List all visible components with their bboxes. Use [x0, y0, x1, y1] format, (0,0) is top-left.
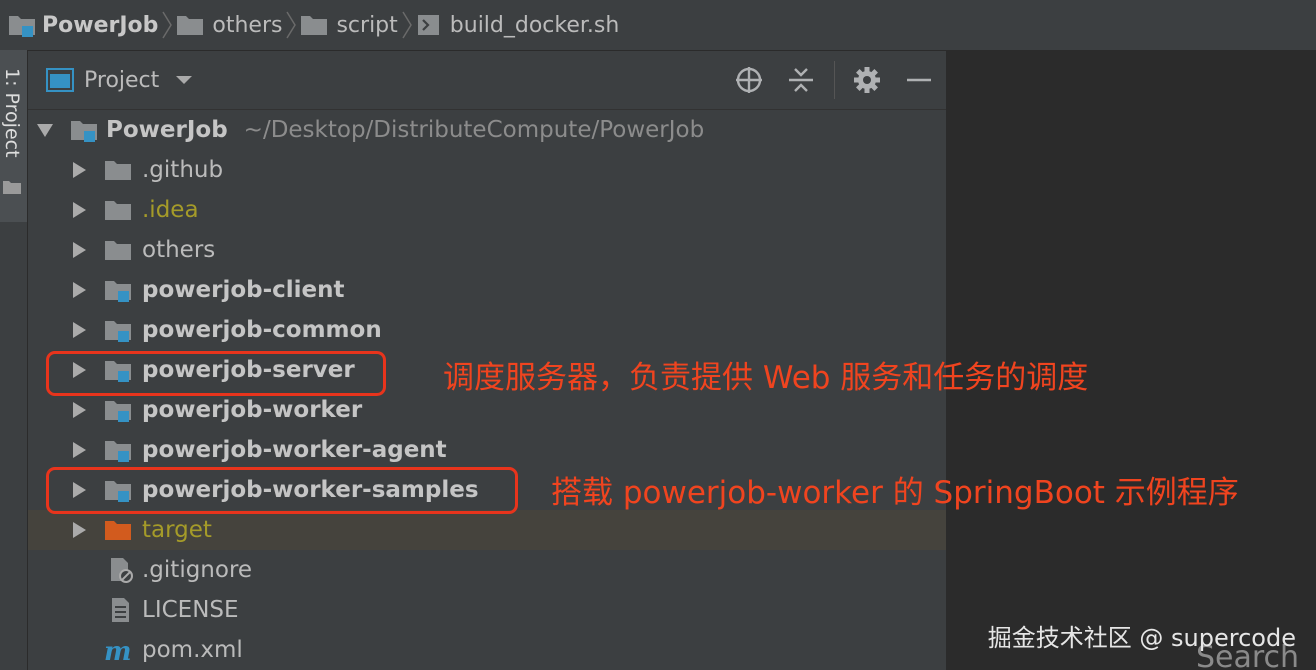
- tree-item-pom[interactable]: m pom.xml: [28, 630, 946, 670]
- folder-icon: [3, 181, 21, 194]
- chevron-right-icon: [73, 242, 86, 258]
- breadcrumb-item-others[interactable]: others: [176, 0, 282, 50]
- module-folder-icon: [105, 281, 131, 302]
- tree-item-label: LICENSE: [142, 597, 239, 623]
- breadcrumb-item-build-docker[interactable]: build_docker.sh: [416, 0, 620, 50]
- gitignore-file-icon: [111, 558, 133, 583]
- tree-item-label: powerjob-worker-agent: [142, 437, 447, 463]
- tree-item-powerjob-worker-agent[interactable]: powerjob-worker-agent: [28, 430, 946, 470]
- tree-item-label: target: [142, 517, 212, 543]
- module-folder-icon: [105, 441, 131, 462]
- tree-item-gitignore[interactable]: .gitignore: [28, 550, 946, 590]
- svg-text:m: m: [104, 637, 132, 663]
- tree-item-license[interactable]: LICENSE: [28, 590, 946, 630]
- project-path: ~/Desktop/DistributeCompute/PowerJob: [243, 117, 705, 143]
- breadcrumb-item-powerjob[interactable]: PowerJob: [8, 0, 158, 50]
- highlight-box-samples: [46, 467, 518, 514]
- chevron-right-icon: [73, 282, 86, 298]
- annotation-samples-note: 搭载 powerjob-worker 的 SpringBoot 示例程序: [551, 475, 1239, 511]
- text-file-icon: [112, 598, 129, 622]
- tree-item-label: others: [142, 237, 216, 263]
- breadcrumb-label: script: [336, 12, 398, 38]
- folder-icon: [105, 161, 131, 180]
- tree-item-powerjob-common[interactable]: powerjob-common: [28, 310, 946, 350]
- collapse-all-icon[interactable]: [786, 65, 816, 95]
- chevron-right-icon: [73, 442, 86, 458]
- maven-icon: m: [104, 637, 132, 663]
- watermark: 掘金技术社区 @ supercode: [987, 624, 1296, 652]
- folder-icon: [177, 16, 204, 35]
- tree-item-label: .gitignore: [142, 557, 253, 583]
- tree-item-label: .github: [142, 157, 224, 183]
- folder-icon: [105, 201, 131, 220]
- project-tool-tab-label: 1: Project: [1, 68, 23, 158]
- project-tool-tab[interactable]: 1: Project: [0, 50, 27, 222]
- tree-item-label: powerjob-client: [142, 277, 345, 303]
- breadcrumb-label: others: [212, 12, 283, 38]
- shell-script-icon: [417, 15, 439, 35]
- folder-icon: [301, 16, 328, 35]
- tree-item-target[interactable]: target: [28, 510, 946, 550]
- tree-root-powerjob[interactable]: PowerJob ~/Desktop/DistributeCompute/Powe…: [28, 110, 946, 150]
- tree-item-label: PowerJob ~/Desktop/DistributeCompute/Powe…: [106, 117, 705, 143]
- chevron-right-icon: [73, 322, 86, 338]
- chevron-right-icon: [73, 522, 86, 538]
- panel-toolbar: [28, 51, 946, 109]
- chevron-right-icon: [73, 402, 86, 418]
- folder-icon: [105, 241, 131, 260]
- minimize-icon[interactable]: [904, 65, 934, 95]
- tool-window-strip: 1: Project: [0, 50, 28, 670]
- tree-item-label: pom.xml: [142, 637, 243, 663]
- highlight-box-server: [46, 351, 386, 396]
- tree-item-powerjob-client[interactable]: powerjob-client: [28, 270, 946, 310]
- locate-icon[interactable]: [734, 65, 764, 95]
- breadcrumb-label: build_docker.sh: [449, 12, 620, 38]
- tree-item-label: powerjob-worker: [142, 397, 363, 423]
- tree-item-others[interactable]: others: [28, 230, 946, 270]
- breadcrumb-item-script[interactable]: script: [300, 0, 398, 50]
- chevron-right-icon: [282, 0, 300, 50]
- chevron-right-icon: [398, 0, 416, 50]
- tree-item-label: powerjob-common: [142, 317, 382, 343]
- tree-item-idea[interactable]: .idea: [28, 190, 946, 230]
- module-folder-icon: [71, 121, 97, 142]
- breadcrumb-label: PowerJob: [42, 12, 159, 38]
- gear-icon[interactable]: [852, 65, 882, 95]
- tree-item-label: .idea: [142, 197, 199, 223]
- module-folder-icon: [105, 321, 131, 342]
- ide-window: PowerJob others script build_docker.sh 1…: [0, 0, 1316, 670]
- tree-item-github[interactable]: .github: [28, 150, 946, 190]
- chevron-right-icon: [73, 162, 86, 178]
- chevron-right-icon: [158, 0, 176, 50]
- breadcrumb: PowerJob others script build_docker.sh: [0, 0, 1316, 51]
- toolbar-divider: [834, 61, 835, 99]
- project-panel-header: Project: [28, 51, 946, 110]
- chevron-down-icon: [37, 124, 53, 137]
- module-folder-icon: [9, 16, 35, 37]
- module-folder-icon: [105, 401, 131, 422]
- chevron-right-icon: [73, 202, 86, 218]
- excluded-folder-icon: [105, 521, 131, 540]
- annotation-server-note: 调度服务器，负责提供 Web 服务和任务的调度: [443, 360, 1089, 396]
